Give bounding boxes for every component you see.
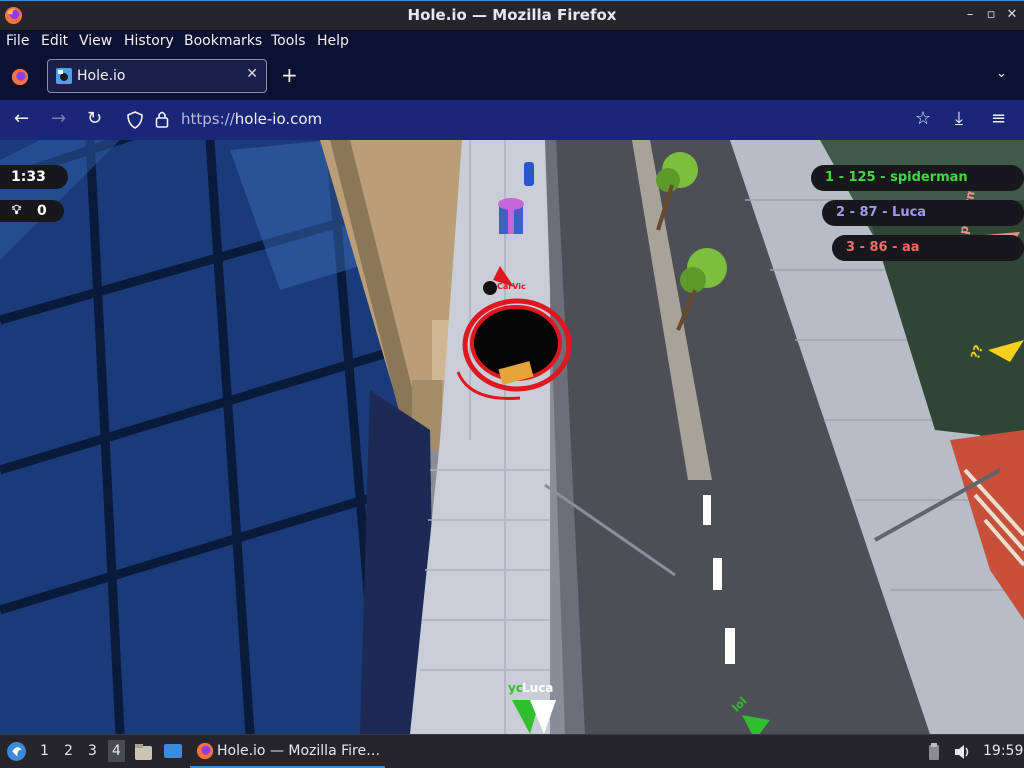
window-titlebar: Hole.io — Mozilla Firefox – ▫ ✕ bbox=[0, 0, 1024, 30]
menu-help[interactable]: Help bbox=[317, 33, 349, 49]
workspace-2[interactable]: 2 bbox=[64, 743, 73, 759]
tab-label: Hole.io bbox=[77, 68, 126, 84]
leaderboard-entry-1: 1 - 125 - spiderman bbox=[825, 170, 968, 185]
clipboard-icon[interactable] bbox=[928, 743, 940, 761]
game-canvas[interactable]: CarVic yc Luca lol spiderman ?? bbox=[0, 140, 1024, 734]
leaderboard-row-3: 3 - 86 - aa bbox=[832, 235, 1024, 261]
menu-history[interactable]: History bbox=[124, 33, 174, 49]
game-timer: 1:33 bbox=[0, 165, 68, 189]
game-scene bbox=[0, 140, 1024, 734]
clock: 19:59 bbox=[983, 743, 1024, 759]
close-window-icon[interactable]: ✕ bbox=[1004, 7, 1020, 23]
url-bar[interactable]: https://hole-io.com bbox=[181, 110, 322, 128]
menu-view[interactable]: View bbox=[79, 33, 112, 49]
player-name-luca: Luca bbox=[522, 681, 554, 695]
firefox-task-icon bbox=[196, 742, 214, 760]
tab-bar: Hole.io ✕ + ⌄ bbox=[0, 54, 1024, 100]
minimize-icon[interactable]: – bbox=[962, 7, 978, 23]
menu-bookmarks[interactable]: Bookmarks bbox=[184, 33, 262, 49]
score-value: 0 bbox=[37, 203, 47, 219]
tab-close-icon[interactable]: ✕ bbox=[246, 66, 258, 82]
tab-list-chevron-icon[interactable]: ⌄ bbox=[996, 66, 1007, 81]
leaderboard-entry-3: 3 - 86 - aa bbox=[846, 240, 920, 255]
bookmark-star-icon[interactable]: ☆ bbox=[915, 108, 931, 129]
desktop-icon[interactable] bbox=[163, 743, 183, 761]
url-protocol: https:// bbox=[181, 110, 235, 128]
url-host: hole-io.com bbox=[234, 110, 323, 128]
workspace-1[interactable]: 1 bbox=[40, 743, 49, 759]
start-menu-icon[interactable] bbox=[6, 741, 27, 762]
taskbar-item-label: Hole.io — Mozilla Fire… bbox=[217, 743, 381, 759]
lightbulb-icon: 💡︎ bbox=[12, 203, 22, 218]
file-manager-icon[interactable] bbox=[134, 743, 153, 761]
downloads-icon[interactable]: ⤓ bbox=[955, 108, 963, 129]
menu-bar: File Edit View History Bookmarks Tools H… bbox=[0, 30, 1024, 54]
workspace-4[interactable]: 4 bbox=[108, 740, 125, 762]
nav-bar: ← → ↻ https://hole-io.com ☆ ⤓ ≡ bbox=[0, 100, 1024, 140]
leaderboard-row-2: 2 - 87 - Luca bbox=[822, 200, 1024, 226]
menu-file[interactable]: File bbox=[6, 33, 29, 49]
forward-icon[interactable]: → bbox=[51, 108, 66, 129]
player-name-carvic: CarVic bbox=[497, 282, 526, 291]
taskbar-item-firefox[interactable]: Hole.io — Mozilla Fire… bbox=[190, 735, 385, 768]
holeio-favicon-icon bbox=[56, 68, 72, 84]
leaderboard-row-1: 1 - 125 - spiderman bbox=[811, 165, 1024, 191]
taskbar: 1 2 3 4 Hole.io — Mozilla Fire… 19:59 bbox=[0, 734, 1024, 768]
shield-icon[interactable] bbox=[127, 111, 143, 129]
firefox-view-icon[interactable] bbox=[11, 68, 29, 86]
maximize-icon[interactable]: ▫ bbox=[983, 7, 999, 23]
volume-icon[interactable] bbox=[953, 743, 971, 761]
menu-tools[interactable]: Tools bbox=[271, 33, 306, 49]
menu-edit[interactable]: Edit bbox=[41, 33, 68, 49]
back-icon[interactable]: ← bbox=[14, 108, 29, 129]
workspace-3[interactable]: 3 bbox=[88, 743, 97, 759]
app-menu-icon[interactable]: ≡ bbox=[991, 108, 1006, 129]
leaderboard-entry-2: 2 - 87 - Luca bbox=[836, 205, 927, 220]
lock-icon[interactable] bbox=[155, 110, 169, 128]
tab-holeio[interactable]: Hole.io ✕ bbox=[47, 59, 267, 93]
new-tab-icon[interactable]: + bbox=[281, 63, 298, 87]
player-name-yc: yc bbox=[508, 681, 523, 695]
window-title: Hole.io — Mozilla Firefox bbox=[407, 6, 617, 24]
game-score: 💡︎ 0 bbox=[0, 200, 64, 222]
reload-icon[interactable]: ↻ bbox=[87, 108, 102, 129]
